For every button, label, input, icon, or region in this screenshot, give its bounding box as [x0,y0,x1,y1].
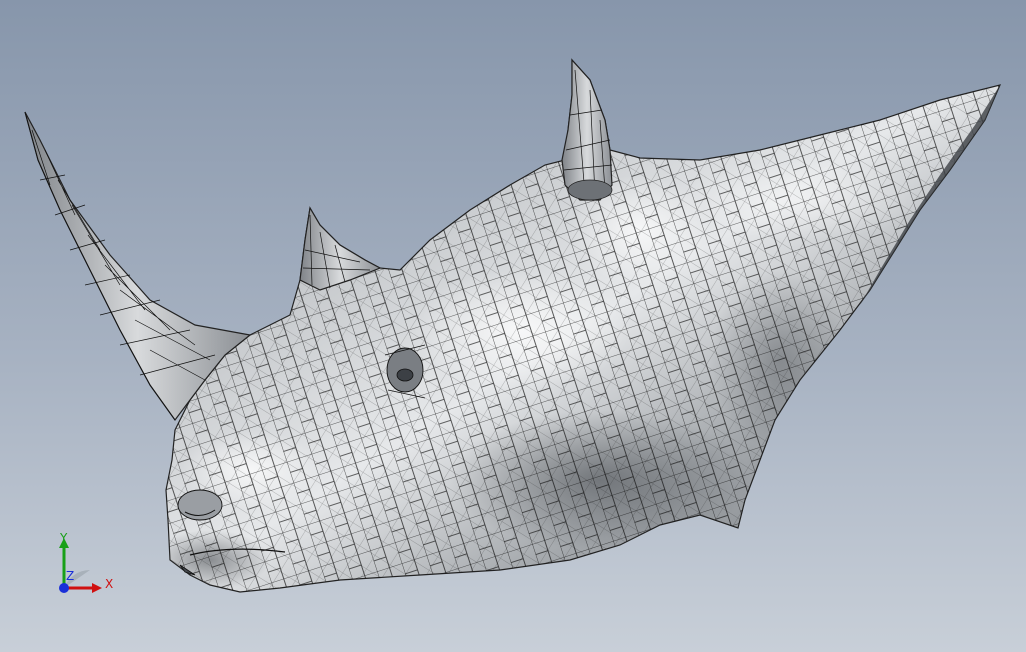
triad-x-label: X [105,577,113,591]
triad-y-label: Y [59,531,68,545]
ear [561,58,613,201]
graphics-viewport[interactable]: Y X Z [0,0,1026,652]
triad-x-axis [64,583,102,593]
coordinate-triad[interactable]: Y X Z [50,530,120,600]
triad-z-label: Z [66,569,74,583]
rhino-head-model[interactable] [0,0,1026,652]
triad-z-axis [59,583,69,593]
